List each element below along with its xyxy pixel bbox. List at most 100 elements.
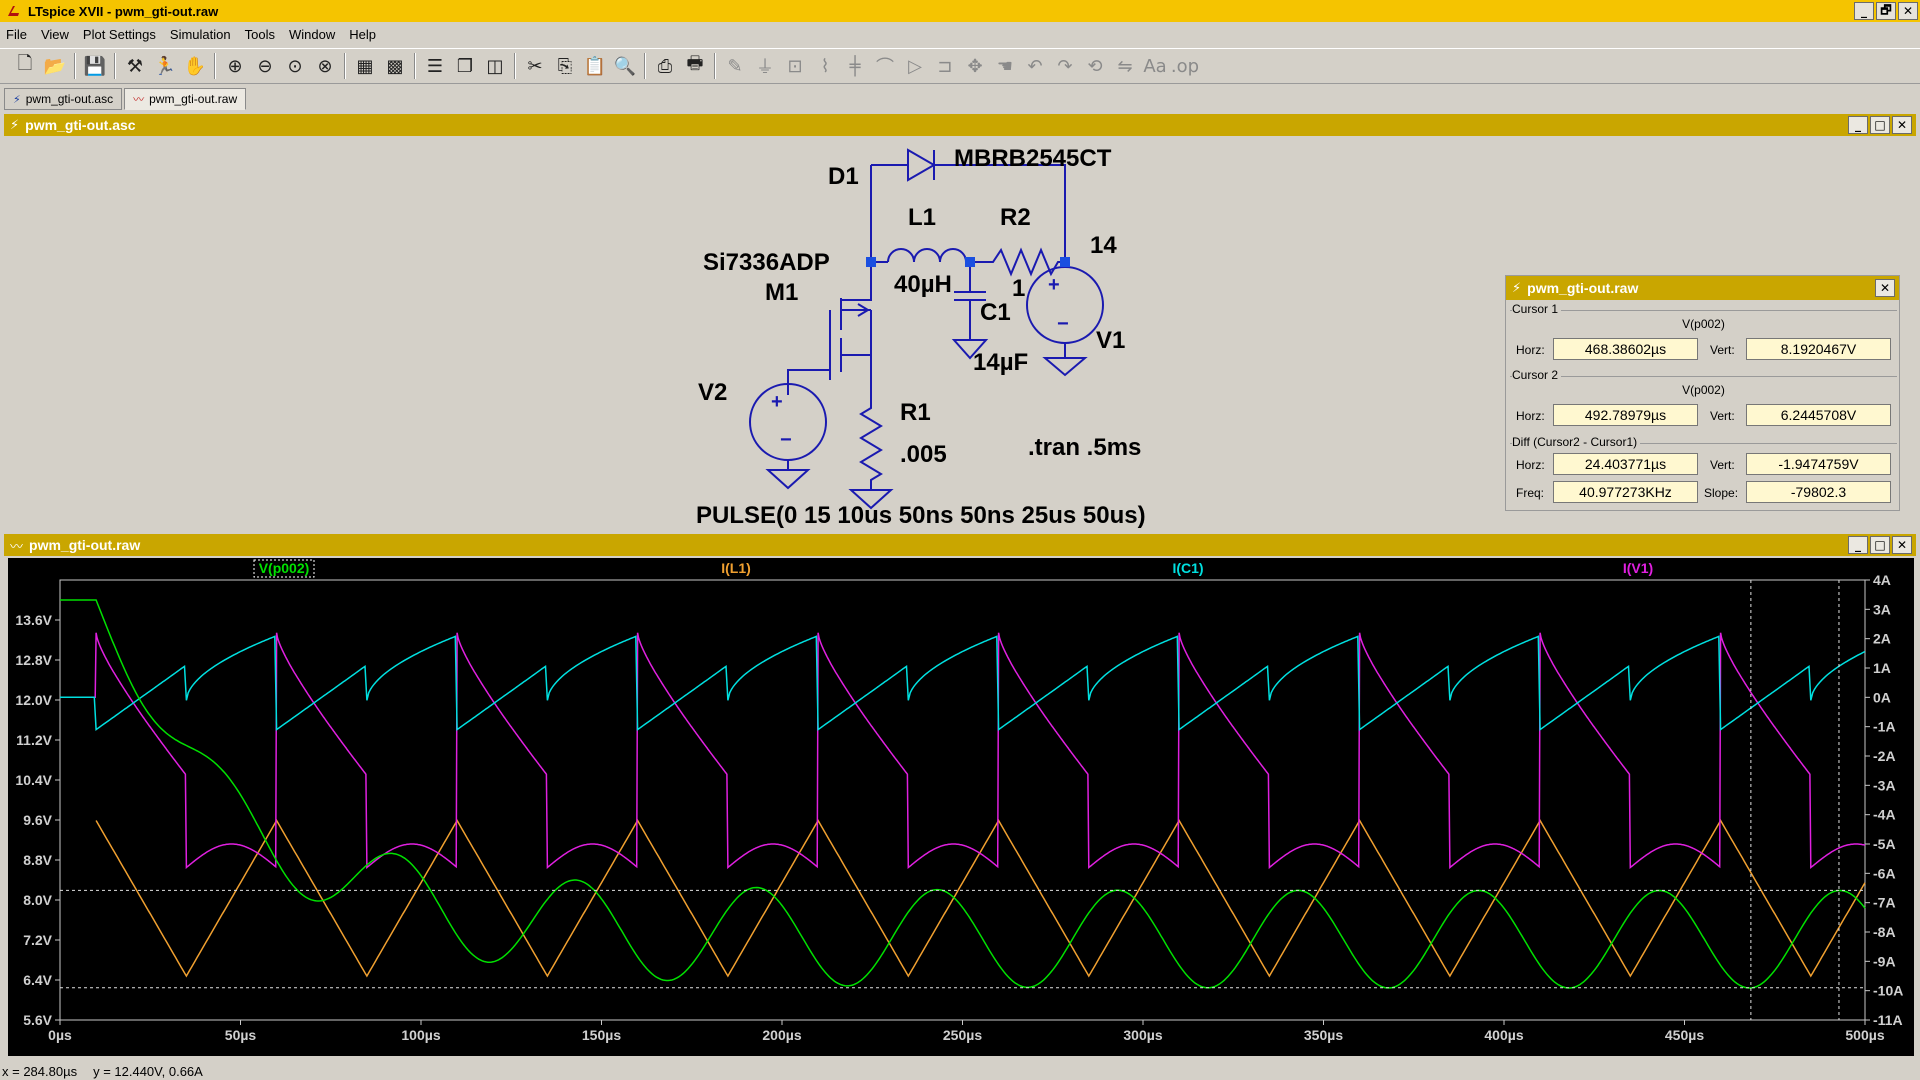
menu-plot-settings[interactable]: Plot Settings (83, 27, 156, 42)
menu-window[interactable]: Window (289, 27, 335, 42)
ground-icon[interactable]: ⏚ (750, 51, 780, 81)
diff-horz-value: 24.403771µs (1553, 453, 1698, 475)
x-tick-label: 150µs (582, 1027, 621, 1043)
v2-minus-sign: − (780, 429, 792, 451)
zoom-in-icon[interactable]: ⊕ (220, 51, 250, 81)
right-tick-label: -8A (1873, 924, 1896, 940)
close-button[interactable]: ✕ (1892, 536, 1912, 554)
menu-simulation[interactable]: Simulation (170, 27, 231, 42)
run-icon[interactable]: 🏃 (150, 51, 180, 81)
grid-icon[interactable]: ▩ (380, 51, 410, 81)
cascade-icon[interactable]: ❐ (450, 51, 480, 81)
print-icon[interactable]: ⎙ (650, 51, 680, 81)
move-icon[interactable]: ✥ (960, 51, 990, 81)
waveform-window-title: pwm_gti-out.raw (29, 537, 141, 553)
tab-waveform[interactable]: 〰 pwm_gti-out.raw (124, 88, 247, 110)
save-icon[interactable]: 💾 (80, 51, 110, 81)
mirror-icon[interactable]: ⇋ (1110, 51, 1140, 81)
tile-vertical-icon[interactable]: ◫ (480, 51, 510, 81)
left-tick-label: 9.6V (23, 812, 52, 828)
toolbar-separator (74, 53, 76, 79)
autorange-icon[interactable]: ▦ (350, 51, 380, 81)
wire-icon[interactable]: ✎ (720, 51, 750, 81)
x-tick-label: 400µs (1484, 1027, 1523, 1043)
tile-horizontal-icon[interactable]: ☰ (420, 51, 450, 81)
zoom-fit-icon[interactable]: ⊙ (280, 51, 310, 81)
horz-label: Horz: (1516, 343, 1545, 357)
spice-directive-tran[interactable]: .tran .5ms (1028, 434, 1141, 461)
menu-help[interactable]: Help (349, 27, 376, 42)
menu-view[interactable]: View (41, 27, 69, 42)
component-icon[interactable]: ⊐ (930, 51, 960, 81)
junction-dot (1060, 257, 1070, 267)
waveform-svg[interactable]: V(p002) I(L1) I(C1) I(V1) 13.6V 12.8V 12.0V 11.… (8, 558, 1914, 1056)
diff-freq-value: 40.977273KHz (1553, 481, 1698, 503)
document-tabs: ⚡ pwm_gti-out.asc 〰 pwm_gti-out.raw (4, 88, 248, 110)
label-d1: D1 (828, 163, 859, 190)
tab-label: pwm_gti-out.raw (149, 92, 238, 106)
capacitor-icon[interactable]: ╪ (840, 51, 870, 81)
tab-schematic[interactable]: ⚡ pwm_gti-out.asc (4, 88, 123, 110)
label-r1-value: .005 (900, 441, 947, 468)
schematic-window-title: pwm_gti-out.asc (25, 117, 136, 133)
close-button[interactable]: ✕ (1892, 116, 1912, 134)
waveform-icon: 〰 (133, 93, 145, 106)
cursor2-horz-value: 492.78979µs (1553, 404, 1698, 426)
cursor-readout-panel: ⚡ pwm_gti-out.raw ✕ Cursor 1 V(p002) Hor… (1505, 275, 1900, 511)
rotate-icon[interactable]: ⟲ (1080, 51, 1110, 81)
label-v1: V1 (1096, 327, 1125, 354)
redo-icon[interactable]: ↷ (1050, 51, 1080, 81)
horz-label: Horz: (1516, 458, 1545, 472)
close-button[interactable]: ✕ (1898, 2, 1918, 20)
waveform-icon: 〰 (10, 539, 24, 555)
zoom-out-icon[interactable]: ⊖ (250, 51, 280, 81)
new-schematic-icon[interactable]: 🗋 (10, 51, 40, 81)
copy-icon[interactable]: ⎘ (550, 51, 580, 81)
undo-icon[interactable]: ↶ (1020, 51, 1050, 81)
right-tick-label: -2A (1873, 748, 1896, 764)
zoom-cancel-icon[interactable]: ⊗ (310, 51, 340, 81)
right-tick-label: 4A (1873, 572, 1891, 588)
print-setup-icon[interactable]: 🖶 (680, 51, 710, 81)
right-tick-label: -1A (1873, 719, 1896, 735)
cursor-panel-title: pwm_gti-out.raw (1527, 280, 1639, 296)
open-icon[interactable]: 📂 (40, 51, 70, 81)
trace-label-iv1: I(V1) (1623, 560, 1653, 576)
close-button[interactable]: ✕ (1875, 279, 1895, 297)
right-tick-label: 1A (1873, 660, 1891, 676)
paste-icon[interactable]: 📋 (580, 51, 610, 81)
window-controls: _ 🗗 ✕ (1854, 2, 1918, 20)
label-icon[interactable]: ⊡ (780, 51, 810, 81)
minimize-button[interactable]: _ (1848, 536, 1868, 554)
label-v2: V2 (698, 379, 727, 406)
status-x: x = 284.80µs (2, 1063, 78, 1079)
drag-icon[interactable]: ☚ (990, 51, 1020, 81)
maximize-button[interactable]: □ (1870, 536, 1890, 554)
restore-button[interactable]: 🗗 (1876, 2, 1896, 20)
x-tick-label: 50µs (225, 1027, 257, 1043)
right-tick-label: -11A (1873, 1012, 1903, 1028)
cut-icon[interactable]: ✂ (520, 51, 550, 81)
menu-file[interactable]: File (6, 27, 27, 42)
schematic-icon: ⚡ (13, 92, 21, 106)
minimize-button[interactable]: _ (1848, 116, 1868, 134)
diode-icon[interactable]: ▷ (900, 51, 930, 81)
maximize-button[interactable]: □ (1870, 116, 1890, 134)
label-c1: C1 (980, 299, 1011, 326)
right-tick-label: 3A (1873, 601, 1891, 617)
spice-directive-icon[interactable]: .op (1170, 51, 1200, 81)
left-tick-label: 11.2V (16, 732, 52, 748)
menu-tools[interactable]: Tools (245, 27, 275, 42)
horz-label: Horz: (1516, 409, 1545, 423)
waveform-plot[interactable]: V(p002) I(L1) I(C1) I(V1) 13.6V 12.8V 12.0V 11.… (8, 558, 1914, 1056)
resistor-icon[interactable]: ⌇ (810, 51, 840, 81)
inductor-icon[interactable]: ⌒ (870, 51, 900, 81)
right-tick-label: -7A (1873, 895, 1896, 911)
label-r2: R2 (1000, 204, 1031, 231)
find-icon[interactable]: 🔍 (610, 51, 640, 81)
text-icon[interactable]: Aa (1140, 51, 1170, 81)
minimize-button[interactable]: _ (1854, 2, 1874, 20)
status-y: y = 12.440V, 0.66A (93, 1063, 203, 1079)
halt-icon[interactable]: ✋ (180, 51, 210, 81)
control-panel-icon[interactable]: ⚒ (120, 51, 150, 81)
